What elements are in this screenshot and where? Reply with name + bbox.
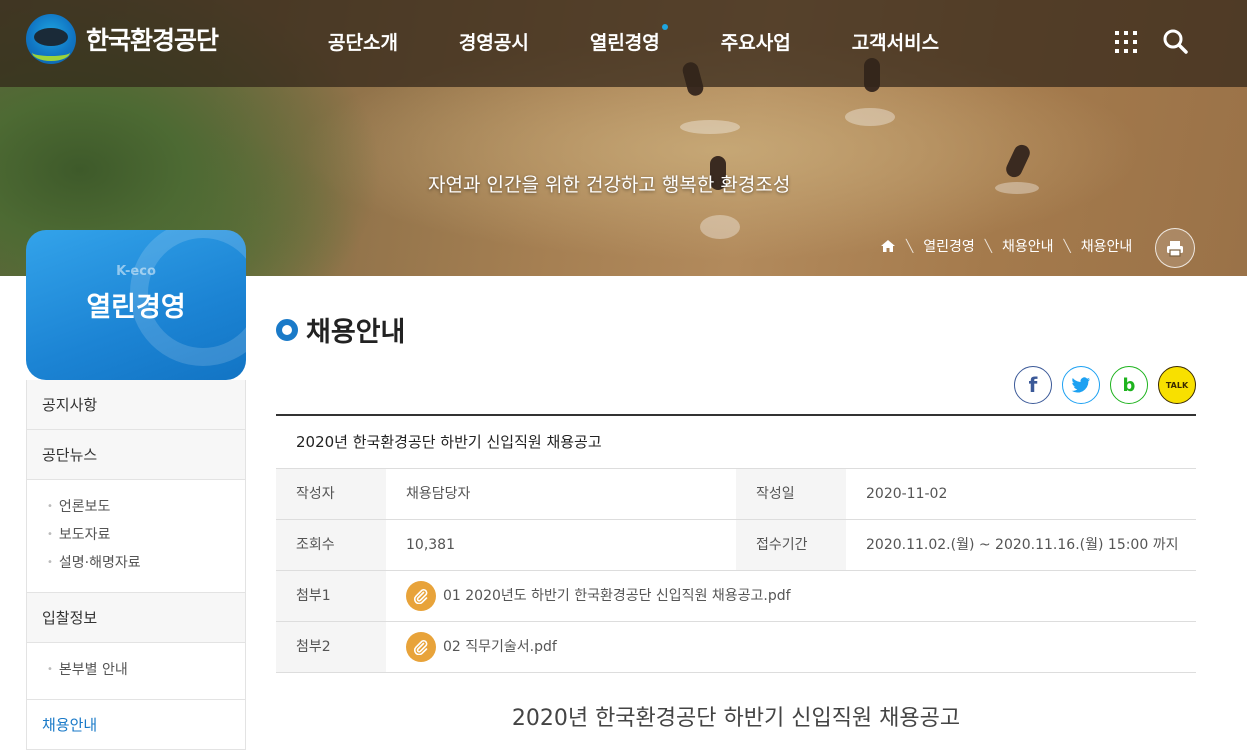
active-dot-icon [661, 24, 668, 30]
views-value: 10,381 [406, 537, 455, 553]
period-label: 접수기간 [736, 520, 846, 570]
kakaotalk-share-button[interactable]: TALK [1158, 366, 1196, 404]
attach1-filename[interactable]: 01 2020년도 하반기 한국환경공단 신입직원 채용공고.pdf [443, 571, 791, 621]
main-nav: 공단소개 경영공시 열린경영 주요사업 고객서비스 [328, 24, 1000, 55]
attachment-clip-icon [406, 581, 436, 611]
attach1-file[interactable]: 01 2020년도 하반기 한국환경공단 신입직원 채용공고.pdf [386, 571, 1196, 621]
date-label: 작성일 [736, 469, 846, 519]
print-button[interactable] [1155, 228, 1195, 268]
sidebar-subitem-hq-guide[interactable]: 본부별 안내 [47, 657, 245, 685]
attach2-file[interactable]: 02 직무기술서.pdf [386, 622, 1196, 672]
band-share-button[interactable]: b [1110, 366, 1148, 404]
sidebar-title: 열린경영 [86, 292, 186, 323]
nav-item-label: 열린경영 [589, 32, 660, 54]
attach2-filename[interactable]: 02 직무기술서.pdf [443, 622, 557, 672]
table-row: 첨부2 02 직무기술서.pdf [276, 622, 1196, 673]
post-title: 2020년 한국환경공단 하반기 신입직원 채용공고 [276, 416, 1196, 469]
sidebar-item-recruit[interactable]: 채용안내 [27, 700, 245, 750]
facebook-share-button[interactable]: f [1014, 366, 1052, 404]
sidebar-subitem-press[interactable]: 언론보도 [47, 494, 245, 522]
sidebar-item-news[interactable]: 공단뉴스 [27, 430, 245, 480]
breadcrumb: ╲ 열린경영 ╲ 채용안내 ╲ 채용안내 [880, 236, 1132, 256]
attachment-clip-icon [406, 632, 436, 662]
sidebar-submenu-news: 언론보도 보도자료 설명·해명자료 [27, 480, 245, 593]
author-label: 작성자 [276, 469, 386, 519]
table-row: 첨부1 01 2020년도 하반기 한국환경공단 신입직원 채용공고.pdf [276, 571, 1196, 622]
nav-item-business[interactable]: 주요사업 [721, 28, 791, 55]
sidebar-item-notice[interactable]: 공지사항 [27, 380, 245, 430]
logo-mark-icon [26, 14, 76, 64]
breadcrumb-item[interactable]: 열린경영 [923, 236, 975, 256]
sidebar-menu: 공지사항 공단뉴스 언론보도 보도자료 설명·해명자료 입찰정보 본부별 안내 … [26, 380, 246, 750]
sidebar-subtitle: K-eco [116, 264, 156, 279]
page-title: 채용안내 [306, 317, 406, 348]
attach2-label: 첨부2 [276, 622, 386, 672]
sidebar-subitem-release[interactable]: 보도자료 [47, 522, 245, 550]
search-icon[interactable] [1162, 28, 1188, 54]
title-bullet-icon [276, 318, 298, 341]
attach1-label: 첨부1 [276, 571, 386, 621]
sidebar-item-bid[interactable]: 입찰정보 [27, 593, 245, 643]
home-icon[interactable] [880, 239, 896, 253]
breadcrumb-item[interactable]: 채용안내 [1002, 236, 1054, 256]
print-icon [1167, 240, 1183, 257]
page-title-wrap: 채용안내 [276, 310, 405, 349]
table-row: 조회수 10,381 접수기간 2020.11.02.(월) ~ 2020.11… [276, 520, 1196, 571]
logo[interactable]: 한국환경공단 [26, 14, 219, 64]
date-value: 2020-11-02 [866, 486, 948, 502]
logo-text: 한국환경공단 [86, 26, 219, 55]
hero-slogan: 자연과 인간을 위한 건강하고 행복한 환경조성 [428, 174, 791, 196]
nav-item-customer-service[interactable]: 고객서비스 [852, 28, 939, 55]
breadcrumb-separator: ╲ [984, 239, 992, 253]
sitemap-grid-icon[interactable] [1115, 31, 1137, 53]
document-heading: 2020년 한국환경공단 하반기 신입직원 채용공고 [511, 706, 961, 731]
global-nav-bar: 한국환경공단 공단소개 경영공시 열린경영 주요사업 고객서비스 [0, 0, 1247, 87]
twitter-share-button[interactable] [1062, 366, 1100, 404]
sidebar-subitem-explanation[interactable]: 설명·해명자료 [47, 550, 245, 578]
twitter-icon [1071, 377, 1090, 393]
breadcrumb-separator: ╲ [906, 239, 914, 253]
sidebar-header: K-eco 열린경영 [26, 230, 246, 380]
nav-item-about[interactable]: 공단소개 [328, 28, 398, 55]
post-view-table: 2020년 한국환경공단 하반기 신입직원 채용공고 작성자 채용담당자 작성일… [276, 414, 1196, 673]
nav-item-open-management[interactable]: 열린경영 [589, 24, 668, 55]
table-row: 작성자 채용담당자 작성일 2020-11-02 [276, 469, 1196, 520]
share-buttons: f b TALK [1014, 366, 1196, 404]
breadcrumb-item-current[interactable]: 채용안내 [1081, 236, 1133, 256]
views-label: 조회수 [276, 520, 386, 570]
author-value: 채용담당자 [406, 486, 471, 502]
period-value: 2020.11.02.(월) ~ 2020.11.16.(월) 15:00 까지 [866, 537, 1179, 553]
nav-item-disclosure[interactable]: 경영공시 [459, 28, 529, 55]
sidebar-submenu-bid: 본부별 안내 [27, 643, 245, 700]
breadcrumb-separator: ╲ [1063, 239, 1071, 253]
